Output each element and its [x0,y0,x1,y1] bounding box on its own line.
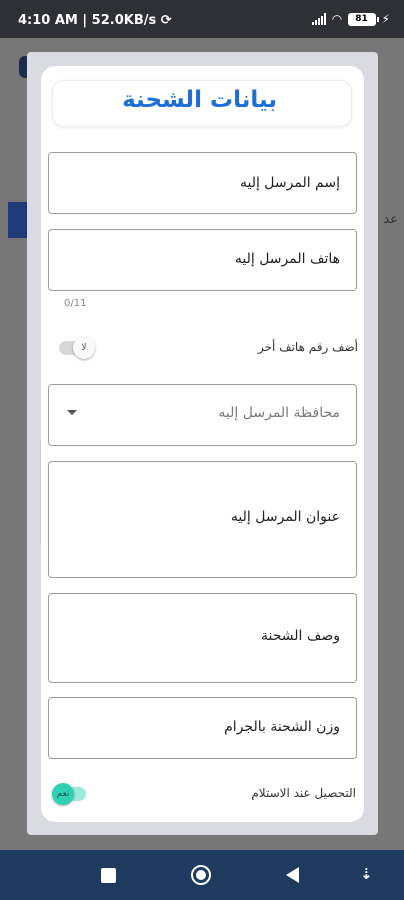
shipment-description-label: وصف الشحنة [260,628,340,644]
sync-icon: ⟳ [160,13,172,28]
recipient-name-field[interactable]: إسم المرسل إليه [48,152,357,214]
add-phone-label: أضف رقم هاتف أخر [257,340,358,354]
status-time-and-speed: 4:10 AM | 52.0KB/s ⟳ [18,13,172,28]
triangle-back-icon[interactable] [286,867,299,883]
cod-label: التحصيل عند الاستلام [251,786,356,800]
recipient-name-label: إسم المرسل إليه [239,175,340,191]
recipient-address-label: عنوان المرسل إليه [230,509,340,525]
cod-toggle-knob: نعم [52,783,74,805]
recipient-address-field[interactable]: عنوان المرسل إليه [48,461,357,578]
arrow-down-icon[interactable]: ⇣ [360,865,373,883]
wifi-icon: ◠ [332,12,342,26]
phone-char-counter: 0/11 [64,298,87,309]
shipment-weight-field[interactable]: وزن الشحنة بالجرام [48,697,357,759]
system-nav-bar: ⇣ [0,850,404,900]
add-phone-toggle[interactable]: لا [59,337,95,359]
battery-icon: 81 [347,12,379,26]
dialog-title: بيانات الشحنة [122,87,277,113]
add-phone-toggle-knob: لا [73,337,95,359]
network-speed: 52.0KB/s [91,13,157,28]
governorate-placeholder: محافظة المرسل إليه [218,405,340,421]
recipient-phone-label: هاتف المرسل إليه [234,251,340,267]
status-icons: ◠ 81 ⚡ [312,12,390,26]
background-button [8,202,28,238]
signal-icon [312,13,327,25]
circle-home-icon[interactable] [191,865,211,885]
square-icon[interactable] [101,868,116,883]
shipment-weight-label: وزن الشحنة بالجرام [224,719,340,735]
cod-toggle[interactable]: نعم [52,783,86,805]
battery-level: 81 [355,13,368,24]
dialog-title-box: بيانات الشحنة [52,80,352,127]
status-bar: 4:10 AM | 52.0KB/s ⟳ ◠ 81 ⚡ [0,0,404,38]
recipient-phone-field[interactable]: هاتف المرسل إليه [48,229,357,291]
governorate-dropdown[interactable]: محافظة المرسل إليه [48,384,357,446]
background-label: عد [383,212,398,227]
shipment-description-field[interactable]: وصف الشحنة [48,593,357,683]
charging-icon: ⚡ [381,12,390,26]
arrow-drop-down-icon [67,410,77,415]
status-time: 4:10 AM [18,13,78,28]
